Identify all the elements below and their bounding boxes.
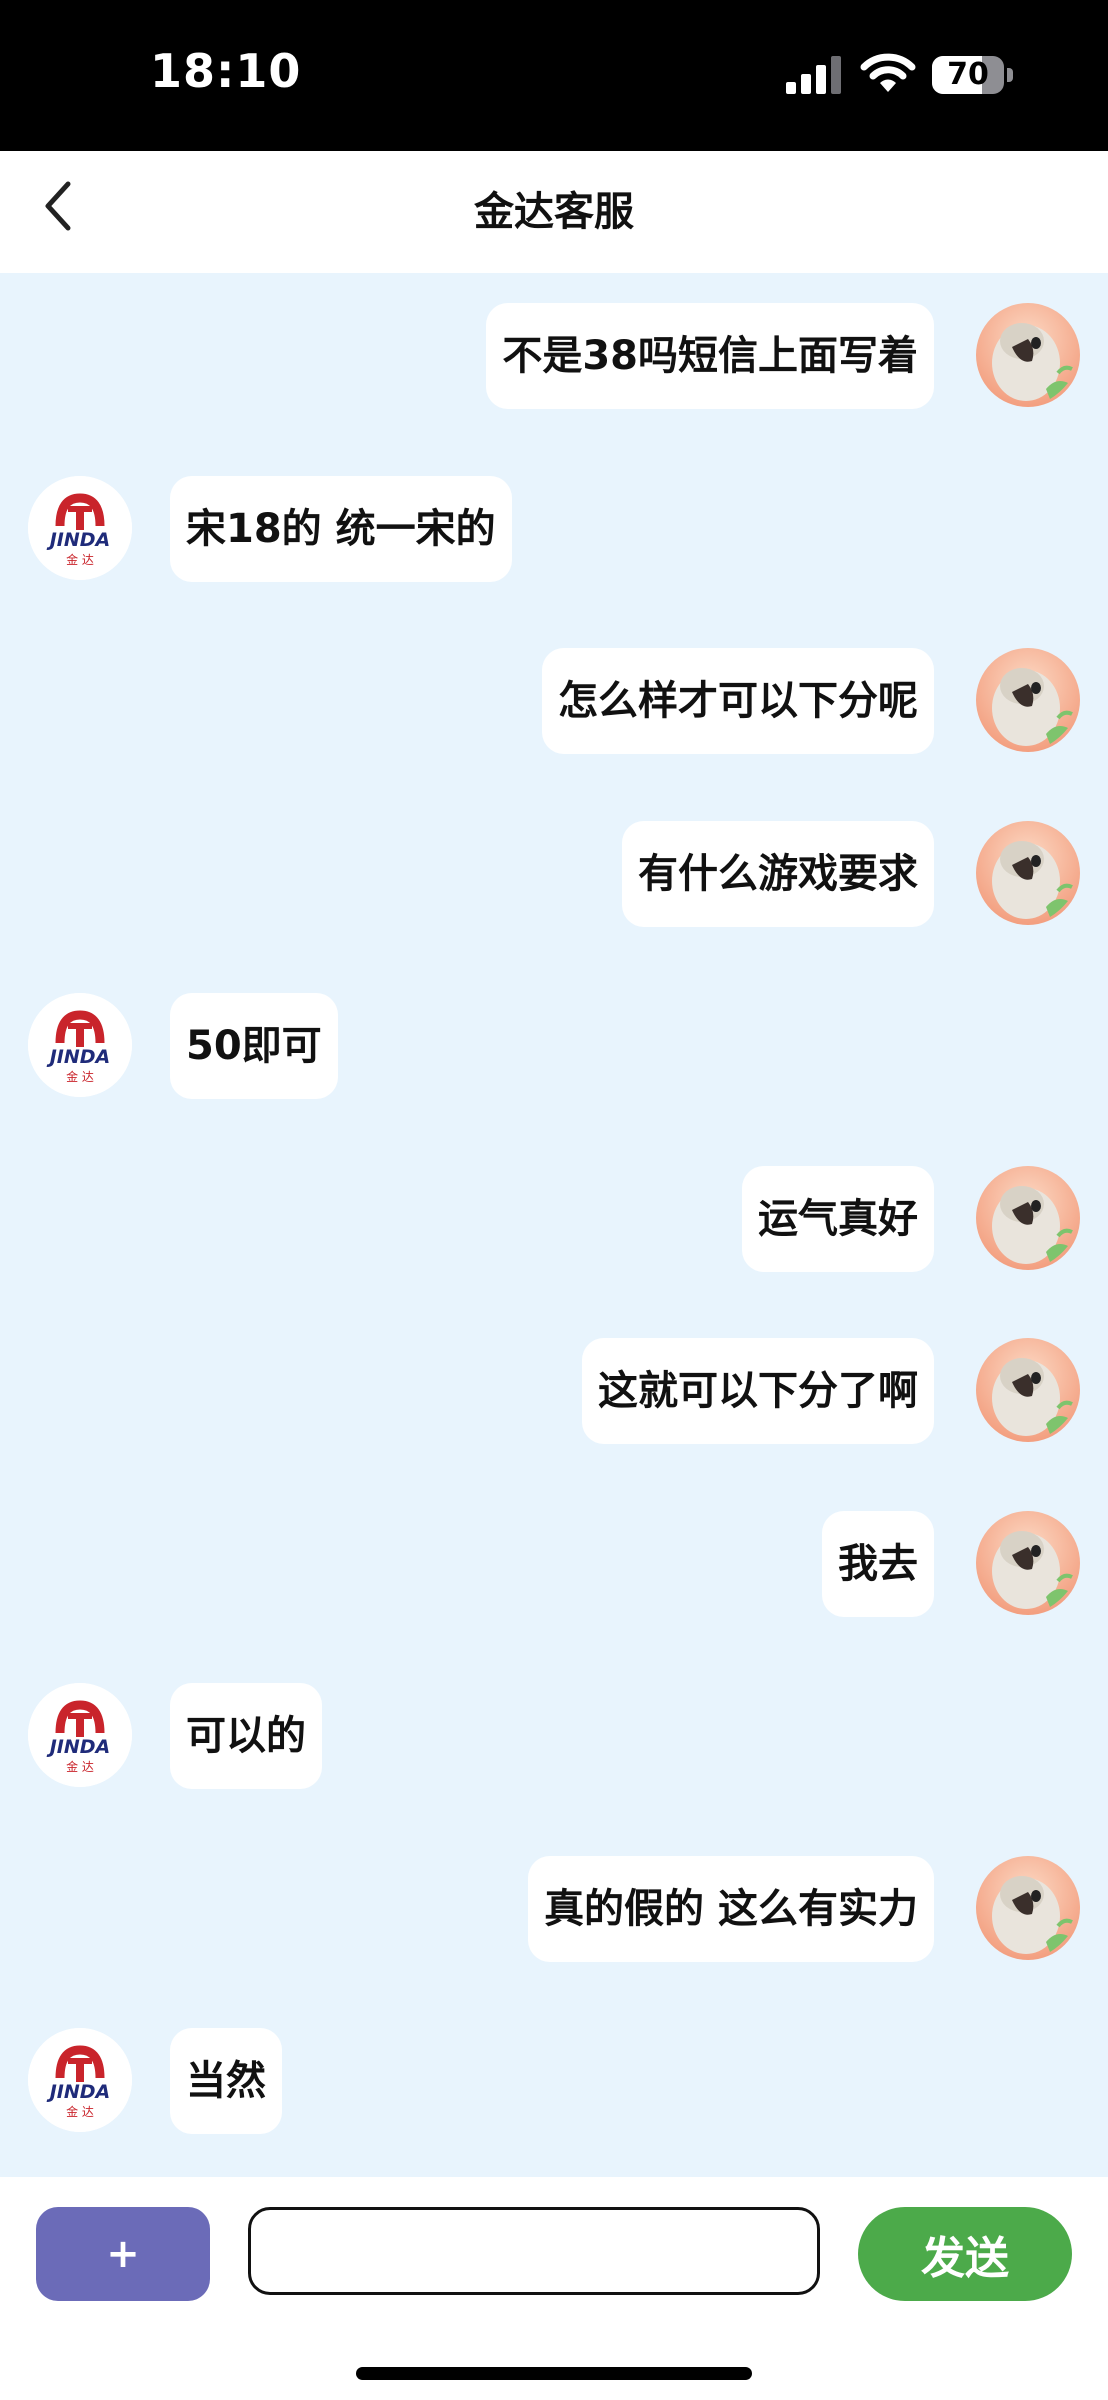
message-bubble: 我去 xyxy=(822,1510,934,1617)
jinda-logo-avatar[interactable]: JINDA 金 达 xyxy=(28,2028,132,2132)
jinda-logo-avatar[interactable]: JINDA 金 达 xyxy=(28,475,132,580)
user-avatar[interactable] xyxy=(976,1165,1080,1270)
svg-text:JINDA: JINDA xyxy=(46,1736,111,1758)
send-button[interactable]: 发送 xyxy=(858,2207,1072,2301)
chat-area[interactable]: 不是38吗短信上面写着 JINDA 金 达 宋18的 统一宋的 怎么样才可以下分… xyxy=(0,273,1108,2177)
status-time: 18:10 xyxy=(150,44,302,98)
svg-text:金 达: 金 达 xyxy=(66,1759,94,1774)
message-bubble: 50即可 xyxy=(170,993,338,1099)
message-bubble: 这就可以下分了啊 xyxy=(582,1338,934,1444)
chevron-left-icon xyxy=(45,181,71,231)
user-avatar[interactable] xyxy=(976,303,1080,407)
battery-percent: 70 xyxy=(947,57,989,92)
user-avatar[interactable] xyxy=(976,820,1080,925)
user-avatar[interactable] xyxy=(976,1855,1080,1960)
battery-tip xyxy=(1007,68,1013,82)
user-message: 这就可以下分了啊 xyxy=(0,1338,1108,1444)
wifi-icon xyxy=(860,53,916,92)
cellular-signal-icon xyxy=(786,56,841,94)
message-bubble: 有什么游戏要求 xyxy=(622,820,934,927)
message-bubble: 运气真好 xyxy=(742,1165,934,1272)
message-bubble: 怎么样才可以下分呢 xyxy=(542,648,934,754)
agent-message: JINDA 金 达 当然 xyxy=(0,2028,1108,2134)
jinda-logo-avatar[interactable]: JINDA 金 达 xyxy=(28,1683,132,1787)
message-bubble: 可以的 xyxy=(170,1683,322,1789)
svg-text:金 达: 金 达 xyxy=(66,2104,94,2119)
message-input[interactable] xyxy=(248,2207,820,2295)
svg-text:JINDA: JINDA xyxy=(46,529,111,551)
agent-message: JINDA 金 达 可以的 xyxy=(0,1683,1108,1789)
plus-button[interactable]: + xyxy=(36,2207,210,2301)
svg-text:金 达: 金 达 xyxy=(66,552,94,567)
user-avatar[interactable] xyxy=(976,1510,1080,1615)
nav-bar: 金达客服 xyxy=(0,151,1108,273)
svg-text:金 达: 金 达 xyxy=(66,1069,94,1084)
status-bar: 18:10 70 xyxy=(0,0,1108,151)
battery-body: 70 xyxy=(932,56,1004,94)
agent-message: JINDA 金 达 宋18的 统一宋的 xyxy=(0,475,1108,582)
user-message: 运气真好 xyxy=(0,1165,1108,1272)
user-message: 不是38吗短信上面写着 xyxy=(0,303,1108,409)
battery-indicator: 70 xyxy=(932,56,1014,94)
user-message: 真的假的 这么有实力 xyxy=(0,1855,1108,1962)
message-bubble: 不是38吗短信上面写着 xyxy=(486,303,934,409)
svg-text:JINDA: JINDA xyxy=(46,2081,111,2103)
user-message: 怎么样才可以下分呢 xyxy=(0,648,1108,754)
page-title: 金达客服 xyxy=(474,189,634,235)
message-bubble: 真的假的 这么有实力 xyxy=(528,1855,934,1962)
agent-message: JINDA 金 达 50即可 xyxy=(0,993,1108,1099)
user-avatar[interactable] xyxy=(976,648,1080,752)
user-message: 我去 xyxy=(0,1510,1108,1617)
home-indicator xyxy=(356,2367,752,2380)
user-message: 有什么游戏要求 xyxy=(0,820,1108,927)
message-bubble: 宋18的 统一宋的 xyxy=(170,475,512,582)
user-avatar[interactable] xyxy=(976,1338,1080,1442)
back-button[interactable] xyxy=(28,171,88,241)
jinda-logo-avatar[interactable]: JINDA 金 达 xyxy=(28,993,132,1097)
message-bubble: 当然 xyxy=(170,2028,282,2134)
svg-text:JINDA: JINDA xyxy=(46,1046,111,1068)
